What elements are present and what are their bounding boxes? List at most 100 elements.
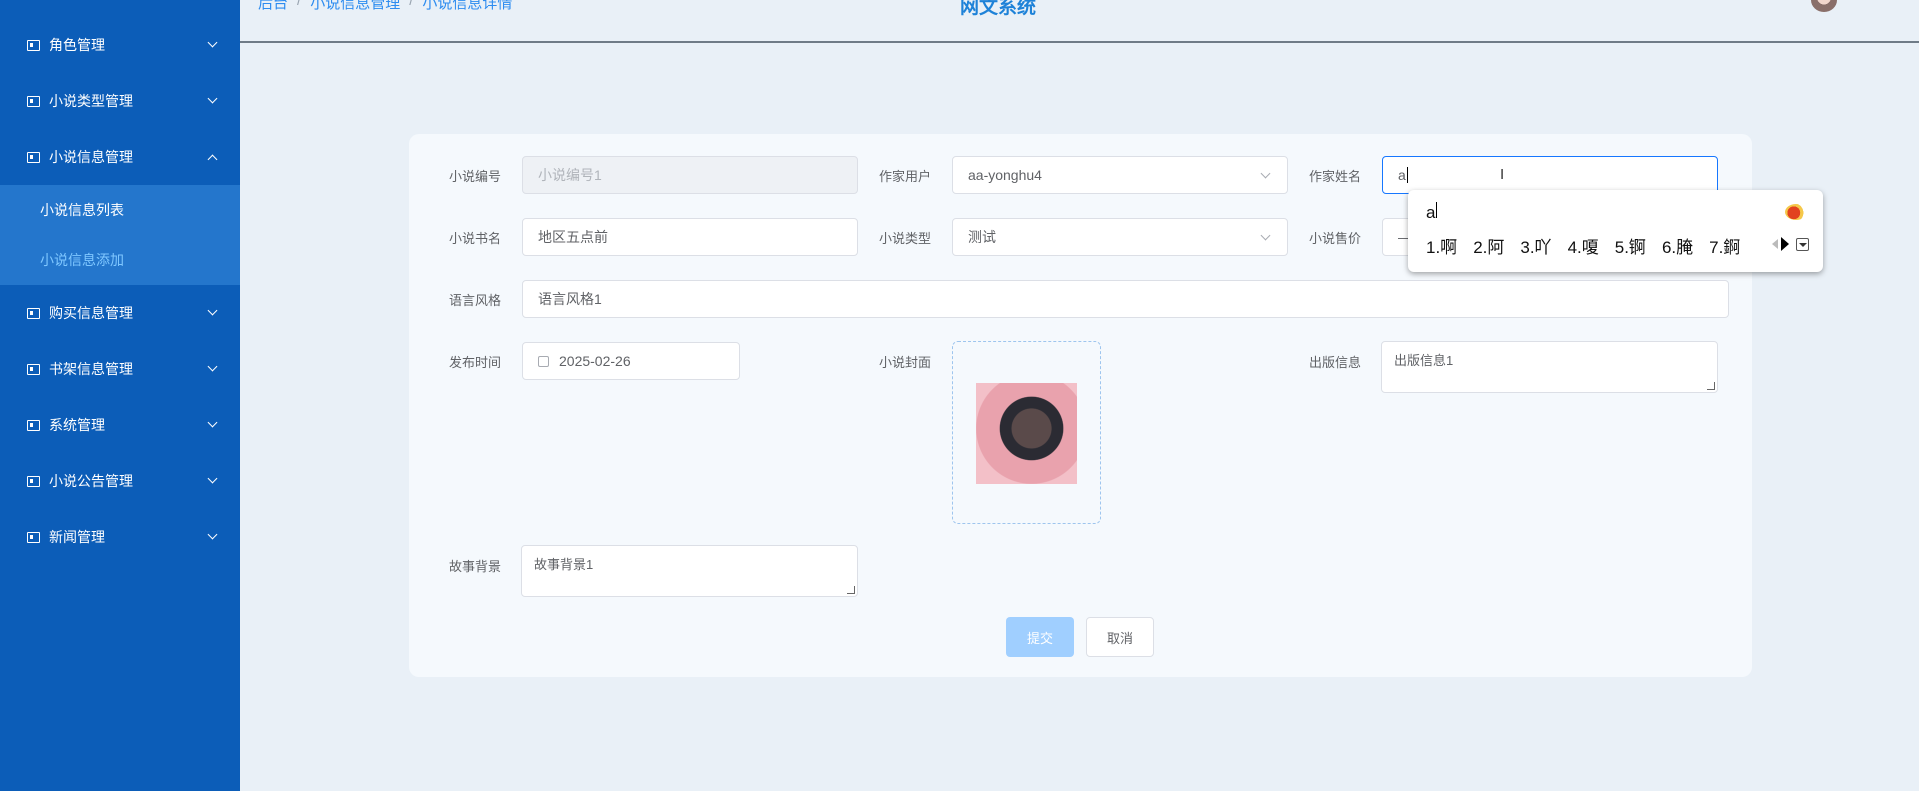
menu-icon <box>27 307 40 319</box>
breadcrumb: 后台 / 小说信息管理 / 小说信息详情 <box>258 0 512 13</box>
resize-grip-icon[interactable] <box>1707 382 1715 390</box>
chevron-down-icon <box>207 529 218 540</box>
publish-info-label: 出版信息 <box>1309 355 1362 370</box>
publish-time-value: 2025-02-26 <box>559 353 631 369</box>
book-name-label: 小说书名 <box>449 231 502 246</box>
ime-candidate[interactable]: 1.啊 <box>1426 233 1457 258</box>
price-label: 小说售价 <box>1309 231 1362 246</box>
sidebar-item-novel-type[interactable]: 小说类型管理 <box>0 73 240 129</box>
author-user-value: aa-yonghu4 <box>968 167 1042 183</box>
ime-candidates: 1.啊 2.阿 3.吖 4.嗄 5.锕 6.腌 7.錒 <box>1426 233 1740 258</box>
menu-icon <box>27 475 40 487</box>
prev-page-icon[interactable] <box>1772 239 1778 249</box>
ime-logo-icon[interactable] <box>1785 204 1807 220</box>
top-header: 后台 / 小说信息管理 / 小说信息详情 网文系统 <box>240 0 1919 43</box>
chevron-up-icon <box>207 154 218 165</box>
novel-type-label: 小说类型 <box>879 231 932 246</box>
publish-time-picker[interactable]: 2025-02-26 <box>522 342 740 380</box>
novel-type-value: 测试 <box>968 229 996 245</box>
breadcrumb-section[interactable]: 小说信息管理 <box>310 0 400 13</box>
app-title: 网文系统 <box>960 0 1037 18</box>
sidebar-item-label: 书架信息管理 <box>49 361 133 377</box>
sidebar-item-system[interactable]: 系统管理 <box>0 397 240 453</box>
background-value: 故事背景1 <box>534 557 594 572</box>
sidebar: 角色管理 小说类型管理 小说信息管理 小说信息列表 小说信息添加 购买信息管理 … <box>0 0 240 791</box>
sidebar-item-announcement[interactable]: 小说公告管理 <box>0 453 240 509</box>
ime-page-nav <box>1772 237 1809 251</box>
publish-info-value: 出版信息1 <box>1394 353 1454 368</box>
sidebar-item-novel-info[interactable]: 小说信息管理 <box>0 129 240 185</box>
ime-candidate[interactable]: 2.阿 <box>1473 233 1504 258</box>
ime-candidate[interactable]: 3.吖 <box>1520 233 1551 258</box>
author-name-input[interactable]: a I <box>1382 156 1718 194</box>
text-caret <box>1406 167 1408 183</box>
style-input[interactable]: 语言风格1 <box>522 280 1729 318</box>
resize-grip-icon[interactable] <box>847 586 855 594</box>
avatar[interactable] <box>1811 0 1837 12</box>
ime-candidate[interactable]: 7.錒 <box>1709 233 1740 258</box>
background-textarea[interactable]: 故事背景1 <box>521 545 858 597</box>
sidebar-item-role[interactable]: 角色管理 <box>0 17 240 73</box>
background-label: 故事背景 <box>449 559 502 574</box>
text-caret <box>1436 202 1438 218</box>
author-name-label: 作家姓名 <box>1309 169 1362 184</box>
breadcrumb-separator: / <box>409 0 414 9</box>
chevron-down-icon <box>1260 230 1271 241</box>
expand-dropdown-icon[interactable] <box>1796 237 1809 251</box>
chevron-down-icon <box>1260 168 1271 179</box>
sidebar-item-news[interactable]: 新闻管理 <box>0 509 240 565</box>
ime-candidate[interactable]: 5.锕 <box>1615 233 1646 258</box>
chevron-down-icon <box>207 93 218 104</box>
breadcrumb-current: 小说信息详情 <box>422 0 513 12</box>
ime-composition: a <box>1426 202 1438 223</box>
sidebar-item-purchase[interactable]: 购买信息管理 <box>0 285 240 341</box>
ime-candidate-popup: a 1.啊 2.阿 3.吖 4.嗄 5.锕 6.腌 7.錒 <box>1408 190 1823 272</box>
next-page-icon[interactable] <box>1781 237 1789 251</box>
sidebar-item-label: 小说公告管理 <box>49 473 133 489</box>
calendar-icon <box>538 355 549 367</box>
novel-no-label: 小说编号 <box>449 169 502 184</box>
menu-icon <box>27 39 40 51</box>
author-user-select[interactable]: aa-yonghu4 <box>952 156 1288 194</box>
sidebar-subitem-label: 小说信息列表 <box>40 202 124 218</box>
sidebar-item-label: 小说类型管理 <box>49 93 133 109</box>
sidebar-subitem-novel-add[interactable]: 小说信息添加 <box>0 235 240 285</box>
cover-image <box>976 383 1077 484</box>
chevron-down-icon <box>207 305 218 316</box>
publish-info-textarea[interactable]: 出版信息1 <box>1381 341 1718 393</box>
ibeam-cursor-icon: I <box>1500 166 1505 183</box>
ime-candidate[interactable]: 4.嗄 <box>1568 233 1599 258</box>
cover-uploader[interactable] <box>952 341 1101 524</box>
menu-icon <box>27 363 40 375</box>
novel-no-input: 小说编号1 <box>522 156 858 194</box>
sidebar-item-label: 角色管理 <box>49 37 105 53</box>
breadcrumb-separator: / <box>297 0 302 9</box>
sidebar-item-label: 购买信息管理 <box>49 305 133 321</box>
breadcrumb-home[interactable]: 后台 <box>258 0 288 13</box>
sidebar-item-bookshelf[interactable]: 书架信息管理 <box>0 341 240 397</box>
sidebar-subitem-novel-list[interactable]: 小说信息列表 <box>0 185 240 235</box>
author-name-value: a <box>1398 167 1406 183</box>
sidebar-item-label: 系统管理 <box>49 417 105 433</box>
cancel-button[interactable]: 取消 <box>1086 617 1154 657</box>
menu-icon <box>27 419 40 431</box>
publish-time-label: 发布时间 <box>449 355 502 370</box>
sidebar-item-label: 小说信息管理 <box>49 149 133 165</box>
menu-icon <box>27 95 40 107</box>
sidebar-item-label: 新闻管理 <box>49 529 105 545</box>
ime-composition-text: a <box>1426 203 1436 222</box>
chevron-down-icon <box>207 37 218 48</box>
chevron-down-icon <box>207 473 218 484</box>
menu-icon <box>27 151 40 163</box>
menu-icon <box>27 531 40 543</box>
author-user-label: 作家用户 <box>879 169 932 184</box>
ime-candidate[interactable]: 6.腌 <box>1662 233 1693 258</box>
sidebar-subitem-label: 小说信息添加 <box>40 252 124 268</box>
chevron-down-icon <box>207 361 218 372</box>
chevron-down-icon <box>207 417 218 428</box>
style-label: 语言风格 <box>449 293 502 308</box>
submit-button[interactable]: 提交 <box>1006 617 1074 657</box>
novel-type-select[interactable]: 测试 <box>952 218 1288 256</box>
book-name-input[interactable]: 地区五点前 <box>522 218 858 256</box>
cover-label: 小说封面 <box>879 355 932 370</box>
